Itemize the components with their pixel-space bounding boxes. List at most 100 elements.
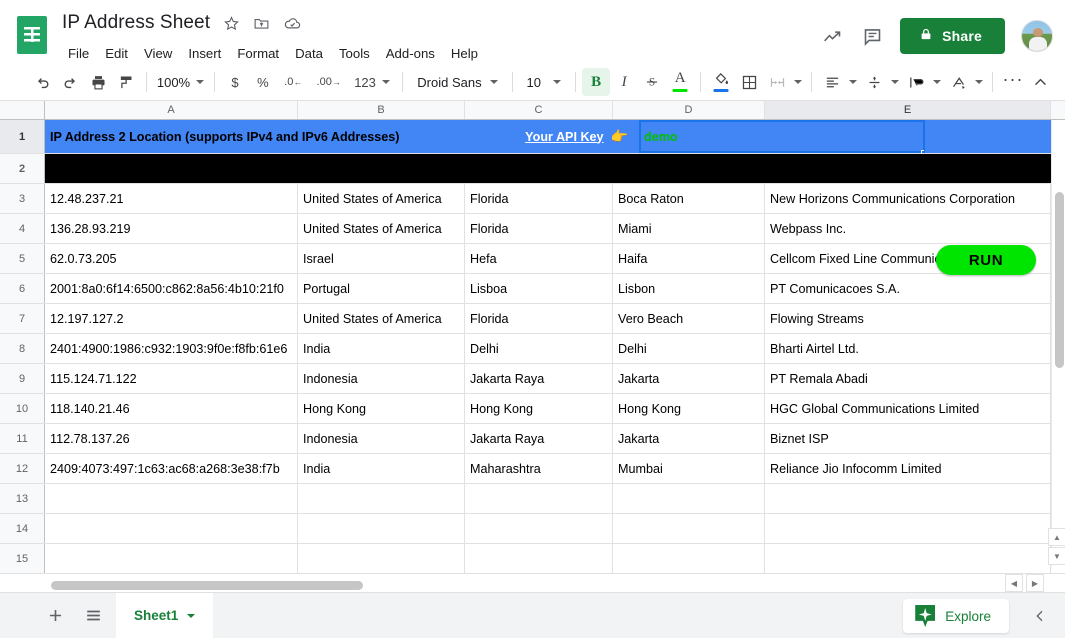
cell-country-name-row-12[interactable]: India bbox=[298, 454, 465, 483]
all-sheets-icon[interactable] bbox=[78, 601, 108, 631]
sheet-tab-sheet1[interactable]: Sheet1 bbox=[116, 593, 213, 639]
menu-item-help[interactable]: Help bbox=[445, 43, 484, 64]
number-format-selector[interactable]: 123 bbox=[348, 68, 397, 96]
decrease-decimal-button[interactable]: .0← bbox=[277, 68, 310, 96]
column-header-d[interactable]: D bbox=[613, 101, 765, 119]
merge-dropdown-caret[interactable] bbox=[791, 68, 805, 96]
row-header-3[interactable]: 3 bbox=[0, 184, 45, 213]
api-key-link[interactable]: Your API Key bbox=[525, 130, 603, 144]
header-cell-country-name[interactable]: Country Name bbox=[298, 154, 465, 183]
font-family-selector[interactable]: Droid Sans bbox=[409, 68, 505, 96]
cell-isp-name-row-14[interactable] bbox=[765, 514, 1051, 543]
menu-item-edit[interactable]: Edit bbox=[99, 43, 134, 64]
add-sheet-icon[interactable] bbox=[40, 601, 70, 631]
menu-item-add-ons[interactable]: Add-ons bbox=[380, 43, 441, 64]
cell-isp-name-row-3[interactable]: New Horizons Communications Corporation bbox=[765, 184, 1051, 213]
cell-b1[interactable] bbox=[465, 120, 476, 153]
cell-country-name-row-13[interactable] bbox=[298, 484, 465, 513]
row-header-5[interactable]: 5 bbox=[0, 244, 45, 273]
cell-d1[interactable]: Your API Key 👉 bbox=[487, 120, 639, 153]
cell-ip-address-row-9[interactable]: 115.124.71.122 bbox=[45, 364, 298, 393]
cell-city-name-row-13[interactable] bbox=[613, 484, 765, 513]
cell-city-name-row-10[interactable]: Hong Kong bbox=[613, 394, 765, 423]
fill-color-button[interactable] bbox=[707, 69, 735, 95]
cell-country-name-row-3[interactable]: United States of America bbox=[298, 184, 465, 213]
cell-isp-name-row-8[interactable]: Bharti Airtel Ltd. bbox=[765, 334, 1051, 363]
cell-isp-name-row-15[interactable] bbox=[765, 544, 1051, 573]
menu-item-tools[interactable]: Tools bbox=[333, 43, 376, 64]
header-cell-city-name[interactable]: City Name bbox=[613, 154, 765, 183]
cell-isp-name-row-6[interactable]: PT Comunicacoes S.A. bbox=[765, 274, 1051, 303]
cell-a1[interactable]: IP Address 2 Location (supports IPv4 and… bbox=[45, 120, 465, 153]
cell-city-name-row-8[interactable]: Delhi bbox=[613, 334, 765, 363]
wrap-dropdown-caret[interactable] bbox=[930, 68, 944, 96]
cell-region-row-11[interactable]: Jakarta Raya bbox=[465, 424, 613, 453]
borders-icon[interactable] bbox=[735, 68, 763, 96]
scroll-left-arrow[interactable]: ◀ bbox=[1005, 574, 1023, 592]
column-header-b[interactable]: B bbox=[298, 101, 465, 119]
collapse-toolbar-icon[interactable] bbox=[1027, 68, 1055, 96]
vertical-scroll-thumb[interactable] bbox=[1055, 192, 1064, 368]
share-button[interactable]: Share bbox=[900, 18, 1005, 54]
cell-region-row-6[interactable]: Lisboa bbox=[465, 274, 613, 303]
menu-item-format[interactable]: Format bbox=[231, 43, 285, 64]
row-header-6[interactable]: 6 bbox=[0, 274, 45, 303]
row-header-1[interactable]: 1 bbox=[0, 120, 45, 153]
font-size-selector[interactable]: 10 bbox=[519, 68, 570, 96]
cell-region-row-3[interactable]: Florida bbox=[465, 184, 613, 213]
row-header-11[interactable]: 11 bbox=[0, 424, 45, 453]
print-icon[interactable] bbox=[84, 68, 112, 96]
chevron-down-icon[interactable] bbox=[187, 614, 195, 618]
rotation-dropdown-caret[interactable] bbox=[972, 68, 986, 96]
cell-region-row-13[interactable] bbox=[465, 484, 613, 513]
row-header-13[interactable]: 13 bbox=[0, 484, 45, 513]
row-header-14[interactable]: 14 bbox=[0, 514, 45, 543]
italic-button[interactable]: I bbox=[610, 68, 638, 96]
cell-isp-name-row-10[interactable]: HGC Global Communications Limited bbox=[765, 394, 1051, 423]
cell-region-row-12[interactable]: Maharashtra bbox=[465, 454, 613, 483]
cell-city-name-row-6[interactable]: Lisbon bbox=[613, 274, 765, 303]
vertical-scrollbar[interactable]: ▲ ▼ bbox=[1051, 120, 1065, 566]
merge-cells-icon[interactable] bbox=[763, 68, 791, 96]
cell-country-name-row-11[interactable]: Indonesia bbox=[298, 424, 465, 453]
cell-city-name-row-4[interactable]: Miami bbox=[613, 214, 765, 243]
explore-button[interactable]: Explore bbox=[903, 599, 1009, 633]
cell-region-row-14[interactable] bbox=[465, 514, 613, 543]
bold-button[interactable]: B bbox=[582, 68, 610, 96]
move-to-folder-icon[interactable] bbox=[253, 15, 270, 32]
cell-ip-address-row-4[interactable]: 136.28.93.219 bbox=[45, 214, 298, 243]
increase-decimal-button[interactable]: .00→ bbox=[310, 68, 348, 96]
text-color-button[interactable]: A bbox=[666, 69, 694, 95]
row-header-12[interactable]: 12 bbox=[0, 454, 45, 483]
horizontal-scroll-thumb[interactable] bbox=[51, 581, 363, 590]
cell-city-name-row-14[interactable] bbox=[613, 514, 765, 543]
sheets-logo-icon[interactable] bbox=[14, 12, 50, 58]
cell-ip-address-row-10[interactable]: 118.140.21.46 bbox=[45, 394, 298, 423]
cell-c1[interactable] bbox=[476, 120, 487, 153]
valign-dropdown-caret[interactable] bbox=[888, 68, 902, 96]
cell-e1[interactable]: demo bbox=[639, 120, 925, 153]
row-header-7[interactable]: 7 bbox=[0, 304, 45, 333]
avatar[interactable] bbox=[1021, 20, 1053, 52]
select-all-corner[interactable] bbox=[0, 101, 45, 119]
zoom-selector[interactable]: 100% bbox=[153, 68, 208, 96]
cell-ip-address-row-11[interactable]: 112.78.137.26 bbox=[45, 424, 298, 453]
cell-city-name-row-11[interactable]: Jakarta bbox=[613, 424, 765, 453]
cell-country-name-row-4[interactable]: United States of America bbox=[298, 214, 465, 243]
cell-ip-address-row-3[interactable]: 12.48.237.21 bbox=[45, 184, 298, 213]
cell-ip-address-row-7[interactable]: 12.197.127.2 bbox=[45, 304, 298, 333]
activity-trend-icon[interactable] bbox=[814, 18, 850, 54]
cell-region-row-5[interactable]: Hefa bbox=[465, 244, 613, 273]
row-header-2[interactable]: 2 bbox=[0, 154, 45, 183]
cell-ip-address-row-5[interactable]: 62.0.73.205 bbox=[45, 244, 298, 273]
page-title[interactable]: IP Address Sheet bbox=[62, 12, 210, 34]
scroll-right-arrow[interactable]: ▶ bbox=[1026, 574, 1044, 592]
comment-icon[interactable] bbox=[854, 18, 890, 54]
cell-ip-address-row-15[interactable] bbox=[45, 544, 298, 573]
menu-item-insert[interactable]: Insert bbox=[182, 43, 227, 64]
cell-country-name-row-15[interactable] bbox=[298, 544, 465, 573]
column-header-e[interactable]: E bbox=[765, 101, 1051, 119]
collapse-panel-button[interactable] bbox=[1023, 599, 1057, 633]
cell-country-name-row-10[interactable]: Hong Kong bbox=[298, 394, 465, 423]
cell-country-name-row-8[interactable]: India bbox=[298, 334, 465, 363]
